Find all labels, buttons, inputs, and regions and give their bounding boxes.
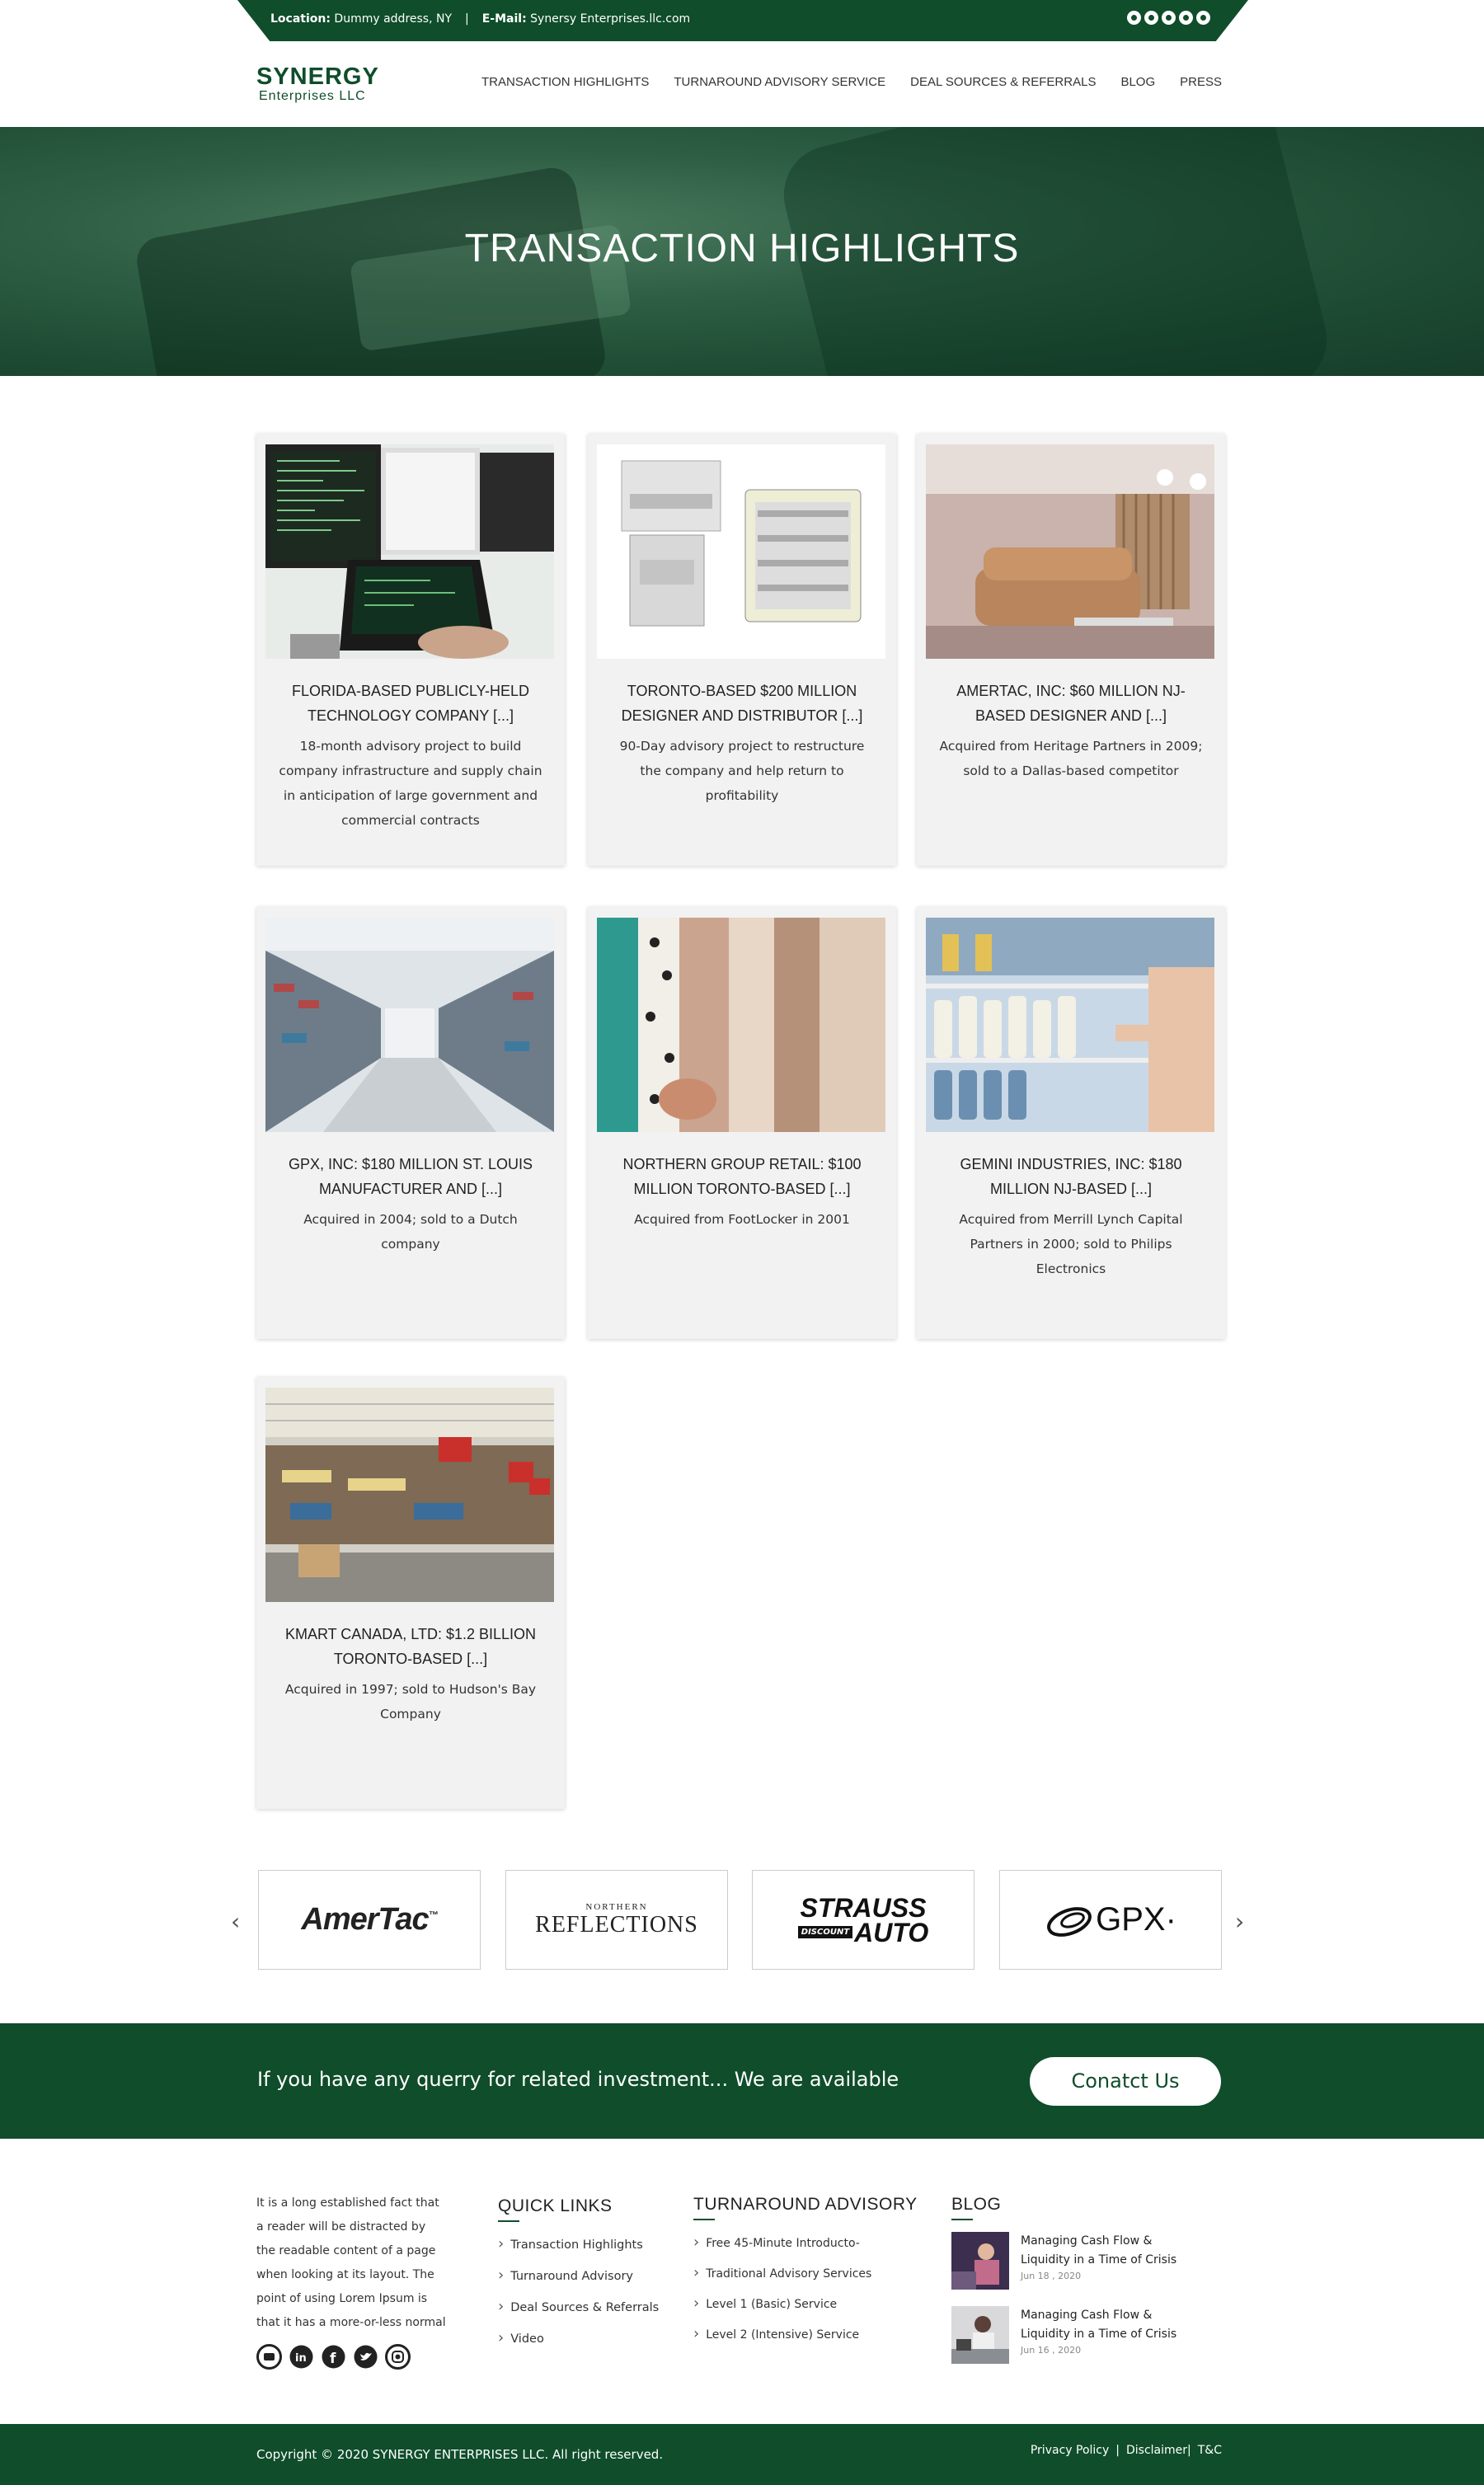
youtube-icon[interactable] [256,2344,282,2370]
partner-logo-gpx[interactable]: GPX· [999,1870,1222,1970]
blog-post-title[interactable]: Managing Cash Flow & Liquidity in a Time… [1021,2232,1202,2270]
footer-social-icons: in f [256,2344,411,2370]
blog-post[interactable]: Managing Cash Flow & Liquidity in a Time… [951,2306,1223,2364]
carousel-next-icon[interactable]: › [1235,1908,1244,1935]
page-title: TRANSACTION HIGHLIGHTS [464,227,1020,270]
nav-press[interactable]: PRESS [1180,75,1222,89]
site-footer: It is a long established fact that a rea… [0,2139,1484,2424]
transaction-card[interactable]: FLORIDA-BASED PUBLICLY-HELD TECHNOLOGY C… [256,434,565,866]
card-description: 90-Day advisory project to restructure t… [619,739,865,803]
carousel-prev-icon[interactable]: ‹ [231,1908,240,1935]
blog-post-date: Jun 16 , 2020 [1021,2345,1082,2356]
footer-link-level2[interactable]: Level 2 (Intensive) Service [693,2325,918,2342]
separator: | [465,12,469,26]
card-title[interactable]: FLORIDA-BASED PUBLICLY-HELD TECHNOLOGY C… [271,679,550,728]
card-title[interactable]: TORONTO-BASED $200 MILLION DESIGNER AND … [603,679,881,728]
transaction-card[interactable]: KMART CANADA, LTD: $1.2 BILLION TORONTO-… [256,1377,565,1809]
separator: | [1115,2444,1120,2457]
bottom-bar: Copyright © 2020 SYNERGY ENTERPRISES LLC… [0,2424,1484,2485]
hero-banner: TRANSACTION HIGHLIGHTS [0,127,1484,376]
instagram-icon[interactable] [385,2344,411,2370]
card-description: Acquired in 1997; sold to Hudson's Bay C… [284,1682,537,1722]
linkedin-icon[interactable] [1144,11,1158,25]
card-description: Acquired from Heritage Partners in 2009;… [939,739,1203,778]
nav-blog[interactable]: BLOG [1120,75,1155,89]
blog-thumbnail-image [951,2232,1009,2290]
top-info-bar: Location: Dummy address, NY | E-Mail: Sy… [237,0,1248,41]
blog-post[interactable]: Managing Cash Flow & Liquidity in a Time… [951,2232,1223,2290]
nav-turnaround-advisory[interactable]: TURNAROUND ADVISORY SERVICE [674,75,885,89]
store-aisle-image [265,918,554,1132]
shelf-bottles-image [926,918,1214,1132]
twitter-icon[interactable] [353,2344,378,2370]
cta-text: If you have any querry for related inves… [257,2068,899,2091]
gpx-swirl-icon [1047,1906,1092,1937]
privacy-policy-link[interactable]: Privacy Policy [1031,2444,1109,2457]
main-nav: TRANSACTION HIGHLIGHTS TURNAROUND ADVISO… [481,75,1222,89]
site-logo[interactable]: SYNERGY Enterprises LLC [256,63,379,104]
footer-link-turnaround-advisory[interactable]: Turnaround Advisory [498,2267,659,2284]
nav-transaction-highlights[interactable]: TRANSACTION HIGHLIGHTS [481,75,649,89]
footer-link-level1[interactable]: Level 1 (Basic) Service [693,2295,918,2312]
twitter-icon[interactable] [1179,11,1193,25]
transaction-card[interactable]: GPX, INC: $180 MILLION ST. LOUIS MANUFAC… [256,907,565,1339]
living-room-image [926,444,1214,659]
terms-link[interactable]: T&C [1198,2444,1222,2457]
card-title[interactable]: AMERTAC, INC: $60 MILLION NJ-BASED DESIG… [932,679,1210,728]
electrical-panels-image [597,444,885,659]
footer-link-free-intro[interactable]: Free 45-Minute Introducto- [693,2234,918,2251]
partner-logo-amertac[interactable]: AmerTac™ [258,1870,481,1970]
blog-post-title[interactable]: Managing Cash Flow & Liquidity in a Time… [1021,2306,1202,2344]
card-description: Acquired from FootLocker in 2001 [634,1212,850,1227]
card-description: Acquired from Merrill Lynch Capital Part… [959,1212,1183,1276]
email-info[interactable]: E-Mail: Synersy Enterprises.llc.com [482,12,690,26]
card-title[interactable]: KMART CANADA, LTD: $1.2 BILLION TORONTO-… [271,1622,550,1671]
transaction-card[interactable]: AMERTAC, INC: $60 MILLION NJ-BASED DESIG… [917,434,1225,866]
footer-link-deal-sources[interactable]: Deal Sources & Referrals [498,2298,659,2315]
blog-post-date: Jun 18 , 2020 [1021,2271,1082,2281]
transaction-card[interactable]: NORTHERN GROUP RETAIL: $100 MILLION TORO… [588,907,896,1339]
facebook-icon[interactable]: f [321,2344,346,2370]
location-info: Location: Dummy address, NY [270,12,453,26]
contact-us-button[interactable]: Conatct Us [1030,2057,1221,2106]
blog-heading: BLOG [951,2195,1223,2220]
facebook-icon[interactable] [1162,11,1176,25]
transaction-card[interactable]: TORONTO-BASED $200 MILLION DESIGNER AND … [588,434,896,866]
partner-logo-strauss-auto[interactable]: STRAUSS DISCOUNT AUTO [752,1870,974,1970]
copyright-text: Copyright © 2020 SYNERGY ENTERPRISES LLC… [256,2447,664,2462]
nav-deal-sources[interactable]: DEAL SOURCES & REFERRALS [910,75,1096,89]
footer-blog: BLOG Managing Cash Flow & Liquidity in a… [951,2195,1223,2364]
separator: | [1187,2444,1191,2457]
supermarket-image [265,1388,554,1602]
youtube-icon[interactable] [1127,11,1141,25]
contact-cta-banner: If you have any querry for related inves… [0,2023,1484,2139]
blog-thumbnail-image [951,2306,1009,2364]
card-description: 18-month advisory project to build compa… [279,739,542,828]
footer-about-text: It is a long established fact that a rea… [256,2196,446,2329]
svg-text:in: in [295,2352,307,2365]
card-title[interactable]: NORTHERN GROUP RETAIL: $100 MILLION TORO… [603,1152,881,1201]
card-title[interactable]: GPX, INC: $180 MILLION ST. LOUIS MANUFAC… [271,1152,550,1201]
footer-quick-links: QUICK LINKS Transaction Highlights Turna… [498,2196,659,2346]
turnaround-heading: TURNAROUND ADVISORY [693,2195,918,2220]
card-title[interactable]: GEMINI INDUSTRIES, INC: $180 MILLION NJ-… [932,1152,1210,1201]
disclaimer-link[interactable]: Disclaimer [1126,2444,1187,2457]
linkedin-icon[interactable]: in [289,2344,314,2370]
svg-text:f: f [330,2351,336,2367]
instagram-icon[interactable] [1196,11,1210,25]
quick-links-heading: QUICK LINKS [498,2196,659,2222]
computer-monitors-image [265,444,554,659]
footer-turnaround-advisory: TURNAROUND ADVISORY Free 45-Minute Intro… [693,2195,918,2342]
footer-link-video[interactable]: Video [498,2329,659,2346]
transaction-card[interactable]: GEMINI INDUSTRIES, INC: $180 MILLION NJ-… [917,907,1225,1339]
footer-link-transaction-highlights[interactable]: Transaction Highlights [498,2235,659,2252]
card-description: Acquired in 2004; sold to a Dutch compan… [303,1212,518,1252]
partner-logo-northern-reflections[interactable]: NORTHERN REFLECTIONS [505,1870,728,1970]
footer-link-traditional-advisory[interactable]: Traditional Advisory Services [693,2264,918,2281]
clothing-rack-image [597,918,885,1132]
